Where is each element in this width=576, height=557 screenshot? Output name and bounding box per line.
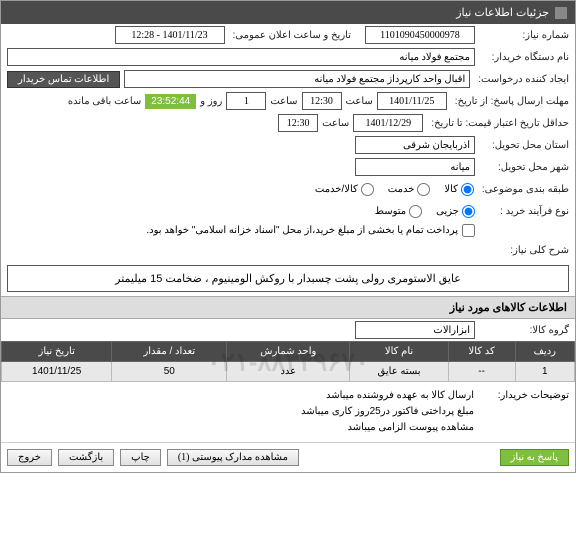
validity-date-input[interactable] [353, 114, 423, 132]
th-qty: تعداد / مقدار [112, 342, 227, 362]
province-label: استان محل تحویل: [479, 140, 569, 151]
details-panel: جزئیات اطلاعات نیاز شماره نیاز: تاریخ و … [0, 0, 576, 473]
cat-both-radio[interactable] [361, 183, 374, 196]
exit-button[interactable]: خروج [7, 449, 52, 466]
items-table: ردیف کد کالا نام کالا واحد شمارش تعداد /… [1, 341, 575, 382]
cat-kala-option[interactable]: کالا [444, 183, 474, 196]
buyer-notes-text: ارسال کالا به عهده فروشنده میباشد مبلغ پ… [301, 388, 474, 436]
deadline-label: مهلت ارسال پاسخ: از تاریخ: [451, 96, 569, 107]
proc-medium-option[interactable]: متوسط [375, 205, 422, 218]
need-no-label: شماره نیاز: [479, 30, 569, 41]
buyer-notes-label: توضیحات خریدار: [474, 388, 569, 436]
category-radio-group: کالا خدمت کالا/خدمت [315, 183, 474, 196]
requester-input[interactable] [124, 70, 470, 88]
deadline-date-input[interactable] [377, 92, 447, 110]
payment-note: پرداخت تمام یا بخشی از مبلغ خرید،از محل … [146, 225, 458, 236]
days-label: روز و [200, 96, 222, 107]
respond-button[interactable]: پاسخ به نیاز [500, 449, 570, 466]
th-code: کد کالا [448, 342, 515, 362]
cell-code: -- [448, 362, 515, 382]
payment-checkbox[interactable] [462, 224, 475, 237]
cell-unit: عدد [227, 362, 350, 382]
time-label-3: ساعت [322, 118, 349, 129]
group-input[interactable] [355, 321, 475, 339]
panel-header: جزئیات اطلاعات نیاز [1, 1, 575, 24]
print-button[interactable]: چاپ [120, 449, 161, 466]
deadline-time-input[interactable] [302, 92, 342, 110]
announce-input[interactable] [115, 26, 225, 44]
th-row: ردیف [515, 342, 574, 362]
days-input[interactable] [226, 92, 266, 110]
cat-both-option[interactable]: کالا/خدمت [315, 183, 374, 196]
validity-label: حداقل تاریخ اعتبار قیمت: تا تاریخ: [427, 118, 569, 129]
attachments-button[interactable]: مشاهده مدارک پیوستی (1) [167, 449, 299, 466]
cat-kala-radio[interactable] [461, 183, 474, 196]
footer-bar: پاسخ به نیاز مشاهده مدارک پیوستی (1) چاپ… [1, 442, 575, 472]
proc-partial-option[interactable]: جزیی [436, 205, 475, 218]
proc-partial-radio[interactable] [462, 205, 475, 218]
th-unit: واحد شمارش [227, 342, 350, 362]
table-row[interactable]: 1 -- بسته عایق عدد 50 1401/11/25 [2, 362, 575, 382]
remaining-time-badge: 23:52:44 [145, 94, 196, 109]
announce-label: تاریخ و ساعت اعلان عمومی: [229, 30, 352, 41]
city-label: شهر محل تحویل: [479, 162, 569, 173]
back-button[interactable]: بازگشت [58, 449, 114, 466]
cat-khedmat-radio[interactable] [417, 183, 430, 196]
need-desc-label: شرح کلی نیاز: [479, 245, 569, 256]
validity-time-input[interactable] [278, 114, 318, 132]
buyer-notes-row: توضیحات خریدار: ارسال کالا به عهده فروشن… [1, 382, 575, 442]
proc-medium-radio[interactable] [409, 205, 422, 218]
th-date: تاریخ نیاز [2, 342, 112, 362]
process-radio-group: جزیی متوسط [375, 205, 475, 218]
table-container: ردیف کد کالا نام کالا واحد شمارش تعداد /… [1, 341, 575, 382]
time-label-2: ساعت [270, 96, 297, 107]
process-label: نوع فرآیند خرید : [479, 206, 569, 217]
items-section-header: اطلاعات کالاهای مورد نیاز [1, 296, 575, 319]
need-no-input[interactable] [365, 26, 475, 44]
remaining-label: ساعت باقی مانده [68, 96, 141, 107]
contact-button[interactable]: اطلاعات تماس خریدار [7, 71, 120, 88]
buyer-input[interactable] [7, 48, 475, 66]
cell-qty: 50 [112, 362, 227, 382]
category-label: طبقه بندی موضوعی: [478, 184, 569, 195]
th-name: نام کالا [350, 342, 448, 362]
need-description: عایق الاستومری رولی پشت چسبدار با روکش ا… [7, 265, 569, 292]
group-label: گروه کالا: [479, 325, 569, 336]
province-input[interactable] [355, 136, 475, 154]
time-label-1: ساعت [346, 96, 373, 107]
cell-name: بسته عایق [350, 362, 448, 382]
info-icon [555, 7, 567, 19]
cell-date: 1401/11/25 [2, 362, 112, 382]
cat-khedmat-option[interactable]: خدمت [388, 183, 431, 196]
cell-idx: 1 [515, 362, 574, 382]
buyer-label: نام دستگاه خریدار: [479, 52, 569, 63]
requester-label: ایجاد کننده درخواست: [474, 74, 569, 85]
city-input[interactable] [355, 158, 475, 176]
panel-title: جزئیات اطلاعات نیاز [456, 6, 549, 19]
